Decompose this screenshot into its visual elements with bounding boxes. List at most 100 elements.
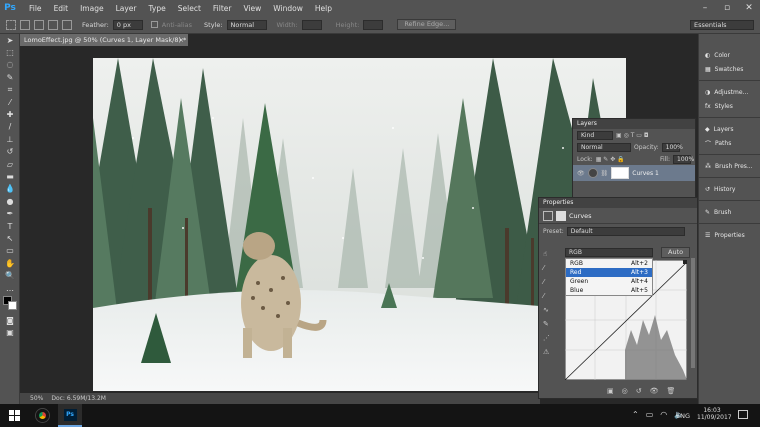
style-select[interactable]: Normal [226,19,267,30]
menu-type[interactable]: Type [143,4,172,13]
menu-filter[interactable]: Filter [207,4,238,13]
zoom-tool-icon[interactable]: 🔍 [0,269,20,281]
color-swatches[interactable] [0,294,19,314]
menu-image[interactable]: Image [74,4,110,13]
intersect-selection-icon[interactable] [62,19,72,30]
chevron-up-icon[interactable]: ⌃ [632,410,639,419]
blur-tool-icon[interactable]: 💧 [0,183,20,195]
path-select-icon[interactable]: ↖ [0,232,20,244]
minimize-icon[interactable]: – [694,0,716,16]
chrome-icon[interactable] [36,409,49,422]
shape-tool-icon[interactable]: ▭ [0,245,20,257]
type-tool-icon[interactable]: T [0,220,20,232]
blend-mode-select[interactable]: Normal [577,142,631,152]
clipping-warning-icon[interactable]: ⚠ [543,348,555,356]
quick-mask-icon[interactable]: ◙ [0,314,20,326]
reset-icon[interactable]: ↺ [636,387,642,395]
black-eyedropper-icon[interactable]: ⁄ [543,264,555,272]
clone-stamp-icon[interactable]: ⊥ [0,133,20,145]
notifications-icon[interactable] [738,410,748,419]
feather-input[interactable]: 0 px [112,19,143,30]
marquee-tool-icon[interactable]: ⬚ [0,46,20,58]
add-selection-icon[interactable] [34,19,44,30]
eyedropper-tool-icon[interactable]: ⁄ [0,96,20,108]
dock-paths[interactable]: ⌒ Paths [699,136,760,150]
white-eyedropper-icon[interactable]: ⁄ [543,292,555,300]
layers-tab[interactable]: Layers [573,119,695,129]
dock-brush[interactable]: ✎ Brush [699,205,760,219]
channel-select[interactable]: RGB [565,248,653,257]
antialias-checkbox[interactable] [150,21,158,28]
healing-brush-icon[interactable]: ✚ [0,108,20,120]
layer-mask-thumbnail[interactable] [611,167,630,179]
refine-edge-button[interactable]: Refine Edge... [397,19,457,30]
new-selection-icon[interactable] [20,19,30,30]
history-brush-icon[interactable]: ↺ [0,146,20,158]
lasso-tool-icon[interactable]: ◌ [0,59,20,71]
dock-brush-presets[interactable]: ⁂ Brush Pres... [699,159,760,173]
menu-help[interactable]: Help [309,4,338,13]
height-input[interactable] [363,19,384,30]
opacity-input[interactable]: 100% [661,142,683,152]
clock[interactable]: 16:03 11/09/2017 [697,407,732,421]
smooth-icon[interactable]: ⋰ [543,334,555,342]
quick-select-tool-icon[interactable]: ✎ [0,71,20,83]
menu-select[interactable]: Select [172,4,207,13]
pen-tool-icon[interactable]: ✒ [0,207,20,219]
properties-tab[interactable]: Properties [539,198,697,208]
properties-scrollbar[interactable] [691,258,695,368]
channel-option-red[interactable]: Red Alt+3 [566,268,652,277]
dock-styles[interactable]: fx Styles [699,99,760,113]
menu-file[interactable]: File [23,4,48,13]
workspace-select[interactable]: Essentials [690,19,754,30]
gradient-tool-icon[interactable]: ▬ [0,170,20,182]
dock-properties[interactable]: ☰ Properties [699,228,760,242]
crop-tool-icon[interactable]: ⌗ [0,84,20,96]
visibility-eye-icon[interactable]: 👁 [577,170,585,177]
menu-edit[interactable]: Edit [48,4,75,13]
eraser-tool-icon[interactable]: ▱ [0,158,20,170]
channel-option-blue[interactable]: Blue Alt+5 [566,286,652,295]
brush-tool-icon[interactable]: / [0,121,20,133]
close-icon[interactable]: ✕ [738,0,760,16]
view-previous-icon[interactable]: ◎ [622,387,628,395]
fill-input[interactable]: 100% [673,154,694,164]
subtract-selection-icon[interactable] [48,19,58,30]
language-indicator[interactable]: ENG [676,412,690,420]
gray-eyedropper-icon[interactable]: ⁄ [543,278,555,286]
zoom-level[interactable]: 50% [30,395,43,402]
visibility-icon[interactable]: 👁 [650,387,659,395]
dodge-tool-icon[interactable]: ● [0,195,20,207]
mask-icon[interactable] [556,210,566,221]
filter-icons[interactable]: ▣ ◎ T ▭ ◘ [616,132,649,139]
maximize-icon[interactable]: ▫ [716,0,738,16]
auto-button[interactable]: Auto [661,247,691,258]
close-tab-icon[interactable]: × [179,34,184,46]
battery-icon[interactable]: ▭ [646,410,654,419]
draw-curve-icon[interactable]: ✎ [543,320,555,328]
delete-icon[interactable]: 🗑 [667,387,676,395]
move-tool-icon[interactable]: ➤ [0,34,20,46]
preset-select[interactable]: Default [566,226,685,236]
menu-window[interactable]: Window [267,4,309,13]
dock-color[interactable]: ◐ Color [699,48,760,62]
lock-icons[interactable]: ▦ ✎ ✥ 🔒 [596,156,625,163]
width-input[interactable] [301,19,322,30]
photoshop-taskbar-item[interactable]: Ps [58,404,82,427]
windows-start-icon[interactable] [9,410,20,421]
screen-mode-icon[interactable]: ▣ [0,327,20,339]
channel-option-green[interactable]: Green Alt+4 [566,277,652,286]
document-tab[interactable]: LomoEffect.jpg @ 50% (Curves 1, Layer Ma… [20,34,188,46]
edit-points-icon[interactable]: ∿ [543,306,555,314]
marquee-tool-icon[interactable] [6,19,16,30]
kind-filter[interactable]: Kind [577,130,613,140]
target-adjust-icon[interactable]: ☝ [543,250,555,258]
menu-view[interactable]: View [237,4,267,13]
wifi-icon[interactable]: ◠ [660,410,667,419]
dock-swatches[interactable]: ▦ Swatches [699,62,760,76]
dock-layers[interactable]: ◆ Layers [699,122,760,136]
hand-tool-icon[interactable]: ✋ [0,257,20,269]
menu-layer[interactable]: Layer [110,4,143,13]
more-tools-icon[interactable]: … [0,282,20,294]
dock-adjustments[interactable]: ◑ Adjustme... [699,85,760,99]
